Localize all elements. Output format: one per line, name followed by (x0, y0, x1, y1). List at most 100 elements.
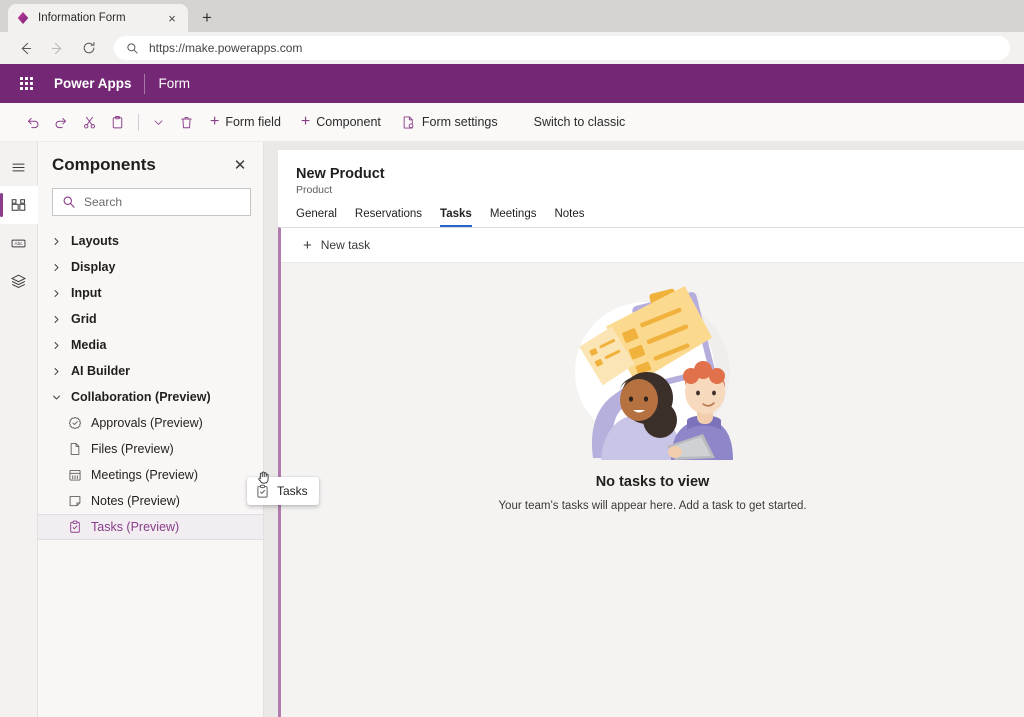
calendar-icon (68, 468, 82, 482)
tree-group-layouts[interactable]: Layouts (38, 228, 263, 254)
tree-group-display[interactable]: Display (38, 254, 263, 280)
drag-ghost-label: Tasks (277, 484, 308, 498)
forward-icon[interactable] (42, 34, 72, 62)
switch-to-classic-label: Switch to classic (534, 115, 626, 129)
tree-group-label: Collaboration (Preview) (71, 390, 211, 404)
chevron-right-icon (52, 263, 62, 272)
component-item-label: Tasks (Preview) (91, 520, 179, 534)
two-people-clipboard-illustration (563, 280, 743, 460)
chevron-right-icon (52, 341, 62, 350)
component-item-meetings[interactable]: Meetings (Preview) (38, 462, 263, 488)
tree-group-collaboration[interactable]: Collaboration (Preview) (38, 384, 263, 410)
component-item-files[interactable]: Files (Preview) (38, 436, 263, 462)
tasks-empty-state: No tasks to view Your team’s tasks will … (281, 280, 1024, 512)
app-brand-name[interactable]: Power Apps (42, 76, 144, 91)
tree-group-input[interactable]: Input (38, 280, 263, 306)
tree-group-label: Layouts (71, 234, 119, 248)
clipboard-task-icon (255, 484, 270, 499)
chevron-right-icon (52, 289, 62, 298)
empty-state-subtitle: Your team’s tasks will appear here. Add … (498, 500, 806, 512)
redo-icon[interactable] (48, 107, 74, 137)
address-bar-url: https://make.powerapps.com (149, 41, 302, 55)
form-preview: New Product Product General Reservations… (278, 150, 1024, 717)
search-icon (126, 42, 139, 55)
powerapps-diamond-icon (16, 11, 30, 25)
cut-icon[interactable] (76, 107, 102, 137)
left-rail: Abc (0, 142, 38, 717)
browser-tab[interactable]: Information Form × (8, 4, 188, 32)
search-input[interactable]: Search (52, 188, 251, 216)
command-bar: + Form field + Component Form settings S… (0, 103, 1024, 142)
note-icon (68, 494, 82, 508)
approval-check-icon (68, 416, 82, 430)
plus-icon: + (210, 114, 219, 130)
form-canvas: New Product Product General Reservations… (264, 142, 1024, 717)
form-header: New Product Product (278, 150, 1024, 196)
component-item-notes[interactable]: Notes (Preview) (38, 488, 263, 514)
components-panel: Components ✕ Search Layouts (38, 142, 264, 717)
paste-icon[interactable] (104, 107, 130, 137)
component-item-label: Approvals (Preview) (91, 416, 203, 430)
component-item-label: Files (Preview) (91, 442, 174, 456)
tab-general[interactable]: General (296, 208, 346, 227)
add-form-field-button[interactable]: + Form field (201, 107, 290, 137)
tab-reservations[interactable]: Reservations (346, 208, 431, 227)
chevron-right-icon (52, 237, 62, 246)
chevron-down-icon[interactable] (145, 107, 171, 137)
text-field-icon[interactable]: Abc (0, 224, 38, 262)
tasks-component-region[interactable]: + New task (278, 227, 1024, 717)
undo-icon[interactable] (20, 107, 46, 137)
record-entity: Product (296, 184, 1024, 196)
clipboard-task-icon (68, 520, 82, 534)
add-component-button[interactable]: + Component (292, 107, 390, 137)
command-separator (138, 114, 139, 131)
chevron-right-icon (52, 315, 62, 324)
empty-state-title: No tasks to view (596, 474, 710, 490)
browser-tab-title: Information Form (38, 12, 156, 24)
components-icon[interactable] (0, 186, 38, 224)
delete-icon[interactable] (173, 107, 199, 137)
app-launcher-icon[interactable] (10, 68, 42, 100)
new-tab-button[interactable]: + (194, 5, 220, 31)
chevron-down-icon (52, 393, 62, 402)
grab-cursor-icon (256, 470, 270, 484)
form-settings-button[interactable]: Form settings (392, 107, 507, 137)
tree-group-label: Display (71, 260, 115, 274)
plus-icon: + (301, 114, 310, 130)
page-title: Components (52, 155, 229, 175)
close-icon[interactable]: ✕ (229, 154, 251, 176)
component-item-approvals[interactable]: Approvals (Preview) (38, 410, 263, 436)
tree-group-ai-builder[interactable]: AI Builder (38, 358, 263, 384)
component-item-label: Notes (Preview) (91, 494, 180, 508)
workspace: Abc Components ✕ Search (0, 142, 1024, 717)
tree-group-label: Input (71, 286, 102, 300)
chevron-right-icon (52, 367, 62, 376)
new-task-button[interactable]: + New task (281, 228, 1024, 263)
tree-group-label: Grid (71, 312, 97, 326)
tab-notes[interactable]: Notes (545, 208, 593, 227)
plus-icon: + (303, 238, 312, 253)
app-header: Power Apps Form (0, 64, 1024, 103)
browser-tab-strip: Information Form × + (0, 0, 1024, 32)
form-tabs: General Reservations Tasks Meetings Note… (278, 196, 1024, 227)
search-icon (62, 195, 76, 209)
file-icon (68, 442, 82, 456)
tree-group-label: AI Builder (71, 364, 130, 378)
record-title: New Product (296, 166, 1024, 182)
component-item-label: Meetings (Preview) (91, 468, 198, 482)
close-icon[interactable]: × (164, 10, 180, 26)
component-item-tasks[interactable]: Tasks (Preview) (38, 514, 263, 540)
data-layers-icon[interactable] (0, 262, 38, 300)
address-bar[interactable]: https://make.powerapps.com (114, 36, 1010, 60)
tree-group-grid[interactable]: Grid (38, 306, 263, 332)
switch-to-classic-button[interactable]: Switch to classic (525, 107, 635, 137)
tree-group-media[interactable]: Media (38, 332, 263, 358)
app-header-subtitle: Form (145, 76, 191, 91)
reload-icon[interactable] (74, 34, 104, 62)
add-component-label: Component (316, 115, 381, 129)
back-icon[interactable] (10, 34, 40, 62)
tab-meetings[interactable]: Meetings (481, 208, 546, 227)
hamburger-menu-icon[interactable] (0, 148, 38, 186)
tab-tasks[interactable]: Tasks (431, 208, 481, 227)
browser-toolbar: https://make.powerapps.com (0, 32, 1024, 64)
